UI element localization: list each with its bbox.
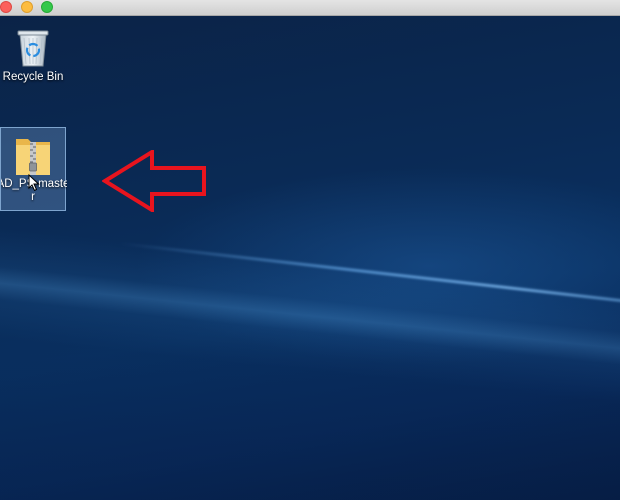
close-window-button[interactable]	[0, 1, 12, 13]
window-titlebar	[0, 0, 620, 16]
desktop[interactable]: Recycle Bin AD_PS-maste r	[0, 16, 620, 500]
recycle-bin-icon	[17, 30, 49, 67]
recycle-bin-label: Recycle Bin	[2, 71, 64, 83]
wallpaper-shade	[0, 316, 620, 500]
zip-folder-label-line2: r	[31, 191, 35, 203]
mouse-cursor-icon	[28, 174, 40, 192]
desktop-icon-recycle-bin[interactable]: Recycle Bin	[0, 26, 66, 84]
desktop-icon-zip-folder[interactable]: AD_PS-maste r	[0, 127, 67, 211]
minimize-window-button[interactable]	[21, 1, 33, 13]
red-arrow-annotation-icon	[102, 150, 206, 212]
maximize-window-button[interactable]	[41, 1, 53, 13]
zip-folder-icon	[16, 139, 50, 175]
